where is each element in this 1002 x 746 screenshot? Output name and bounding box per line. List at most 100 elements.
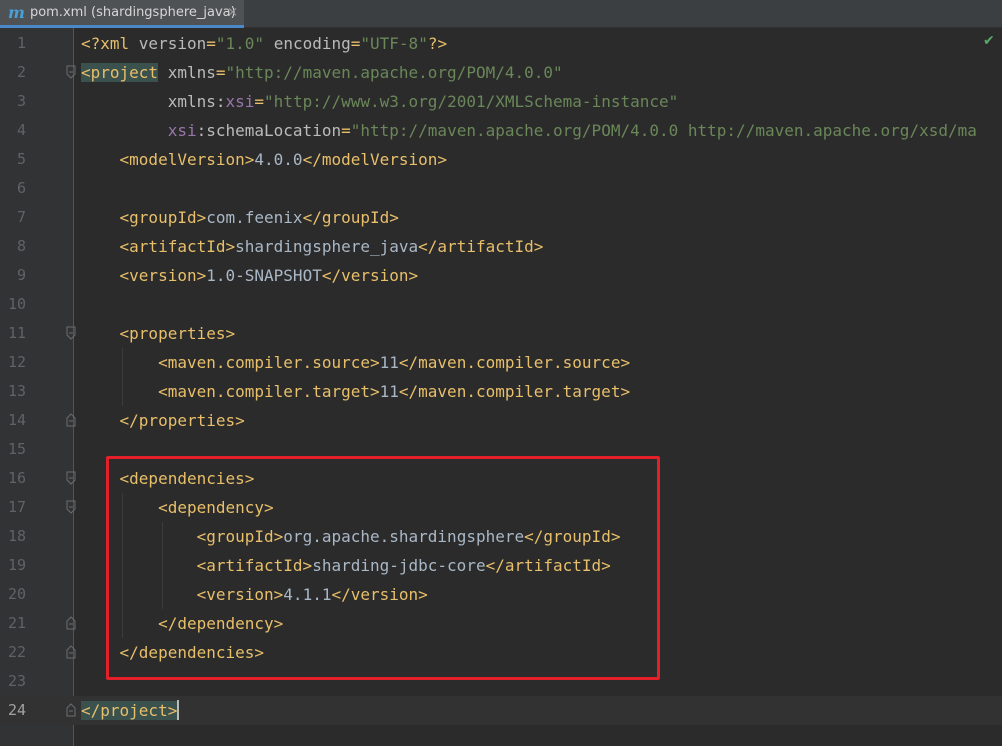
code-token: <version> <box>81 266 207 285</box>
code-token: </artifactId> <box>485 556 611 575</box>
code-text: <modelVersion>4.0.0</modelVersion> <box>81 145 448 174</box>
line-number: 12 <box>7 353 26 371</box>
code-line[interactable]: 4 xsi:schemaLocation="http://maven.apach… <box>0 116 1002 145</box>
code-token: </groupId> <box>524 527 621 546</box>
code-text: <groupId>org.apache.shardingsphere</grou… <box>81 522 621 551</box>
code-line[interactable]: 14 </properties> <box>0 406 1002 435</box>
fold-collapse-icon[interactable] <box>66 326 76 340</box>
line-number: 8 <box>16 237 26 255</box>
code-text: </dependency> <box>81 609 283 638</box>
fold-end-icon[interactable] <box>66 413 76 427</box>
fold-end-icon[interactable] <box>66 645 76 659</box>
code-line[interactable]: 13 <maven.compiler.target>11</maven.comp… <box>0 377 1002 406</box>
close-icon[interactable]: × <box>227 5 238 20</box>
code-token: = <box>206 34 216 53</box>
code-text: <project xmlns="http://maven.apache.org/… <box>81 58 563 87</box>
line-number: 11 <box>7 324 26 342</box>
code-text: <properties> <box>81 319 236 348</box>
code-line[interactable]: 20 <version>4.1.1</version> <box>0 580 1002 609</box>
code-token: = <box>254 92 265 111</box>
code-line[interactable]: 23 <box>0 667 1002 696</box>
code-text: <maven.compiler.target>11</maven.compile… <box>81 377 630 406</box>
code-line[interactable]: 24 </project> <box>0 696 1002 725</box>
line-number: 10 <box>7 295 26 313</box>
code-line[interactable]: 16 <dependencies> <box>0 464 1002 493</box>
code-editor[interactable]: 1 <?xml version="1.0" encoding="UTF-8"?> 2… <box>0 28 1002 746</box>
code-token: </dependencies> <box>81 643 265 662</box>
code-text: xmlns:xsi="http://www.w3.org/2001/XMLSch… <box>81 87 679 116</box>
line-number: 14 <box>7 411 26 429</box>
code-token: <version> <box>81 585 284 604</box>
editor-tab-bar: m pom.xml (shardingsphere_java) × <box>0 0 1002 28</box>
code-line[interactable]: 5 <modelVersion>4.0.0</modelVersion> <box>0 145 1002 174</box>
text-caret <box>177 699 180 720</box>
code-token: <dependency> <box>81 498 274 517</box>
code-token: </properties> <box>81 411 245 430</box>
inspection-ok-icon[interactable]: ✔ <box>983 33 995 49</box>
fold-end-icon[interactable] <box>66 703 76 717</box>
tab-pom-xml[interactable]: m pom.xml (shardingsphere_java) × <box>0 0 244 28</box>
code-line[interactable]: 12 <maven.compiler.source>11</maven.comp… <box>0 348 1002 377</box>
code-token: </maven.compiler.target> <box>398 382 631 401</box>
code-text: <version>1.0-SNAPSHOT</version> <box>81 261 419 290</box>
code-token: = <box>215 63 226 82</box>
code-line[interactable]: 2 <project xmlns="http://maven.apache.org… <box>0 58 1002 87</box>
code-line[interactable]: 10 <box>0 290 1002 319</box>
code-token: </groupId> <box>302 208 399 227</box>
code-line[interactable]: 1 <?xml version="1.0" encoding="UTF-8"?> <box>0 29 1002 58</box>
code-token: "http://www.w3.org/2001/XMLSchema-instan… <box>264 92 679 111</box>
line-number: 16 <box>7 469 26 487</box>
code-token: 4.1.1 <box>283 585 332 604</box>
code-line[interactable]: 22 </dependencies> <box>0 638 1002 667</box>
code-line[interactable]: 8 <artifactId>shardingsphere_java</artif… <box>0 232 1002 261</box>
code-token: <maven.compiler.target> <box>81 382 380 401</box>
code-line[interactable]: 9 <version>1.0-SNAPSHOT</version> <box>0 261 1002 290</box>
code-token: </dependency> <box>81 614 284 633</box>
line-number: 2 <box>16 63 26 81</box>
code-line[interactable]: 7 <groupId>com.feenix</groupId> <box>0 203 1002 232</box>
code-token: <dependencies> <box>81 469 255 488</box>
line-number: 4 <box>16 121 26 139</box>
code-token: <properties> <box>81 324 236 343</box>
fold-collapse-icon[interactable] <box>66 500 76 514</box>
fold-collapse-icon[interactable] <box>66 65 76 79</box>
code-line[interactable]: 11 <properties> <box>0 319 1002 348</box>
line-number: 20 <box>7 585 26 603</box>
code-line[interactable]: 19 <artifactId>sharding-jdbc-core</artif… <box>0 551 1002 580</box>
code-text: </dependencies> <box>81 638 265 667</box>
fold-end-icon[interactable] <box>66 616 76 630</box>
code-line[interactable]: 17 <dependency> <box>0 493 1002 522</box>
code-token: sharding-jdbc-core <box>312 556 486 575</box>
line-number: 22 <box>7 643 26 661</box>
code-token: xsi <box>81 121 197 140</box>
line-number: 21 <box>7 614 26 632</box>
line-number: 24 <box>7 701 26 719</box>
code-text: <maven.compiler.source>11</maven.compile… <box>81 348 630 377</box>
code-token: "http://maven.apache.org/POM/4.0.0" <box>225 63 563 82</box>
code-text: </properties> <box>81 406 245 435</box>
code-token: <groupId> <box>81 208 207 227</box>
code-text: <artifactId>shardingsphere_java</artifac… <box>81 232 544 261</box>
code-token: :schemaLocation <box>196 121 342 140</box>
code-line[interactable]: 18 <groupId>org.apache.shardingsphere</g… <box>0 522 1002 551</box>
code-token: = <box>341 121 351 140</box>
line-number: 17 <box>7 498 26 516</box>
code-line[interactable]: 21 </dependency> <box>0 609 1002 638</box>
line-number: 23 <box>7 672 26 690</box>
line-number: 13 <box>7 382 26 400</box>
code-line[interactable]: 15 <box>0 435 1002 464</box>
line-number: 5 <box>16 150 26 168</box>
code-line[interactable]: 6 <box>0 174 1002 203</box>
code-text: </project> <box>81 696 180 725</box>
fold-collapse-icon[interactable] <box>66 471 76 485</box>
code-line[interactable]: 3 xmlns:xsi="http://www.w3.org/2001/XMLS… <box>0 87 1002 116</box>
code-token: 11 <box>379 382 399 401</box>
code-token: ?> <box>427 34 448 53</box>
code-token: com.feenix <box>206 208 303 227</box>
code-token: <artifactId> <box>81 556 313 575</box>
code-text: <groupId>com.feenix</groupId> <box>81 203 399 232</box>
code-token: <?xml <box>81 34 139 53</box>
tab-title: pom.xml (shardingsphere_java) <box>29 5 236 20</box>
line-number: 9 <box>16 266 26 284</box>
code-token: <project <box>81 63 159 82</box>
